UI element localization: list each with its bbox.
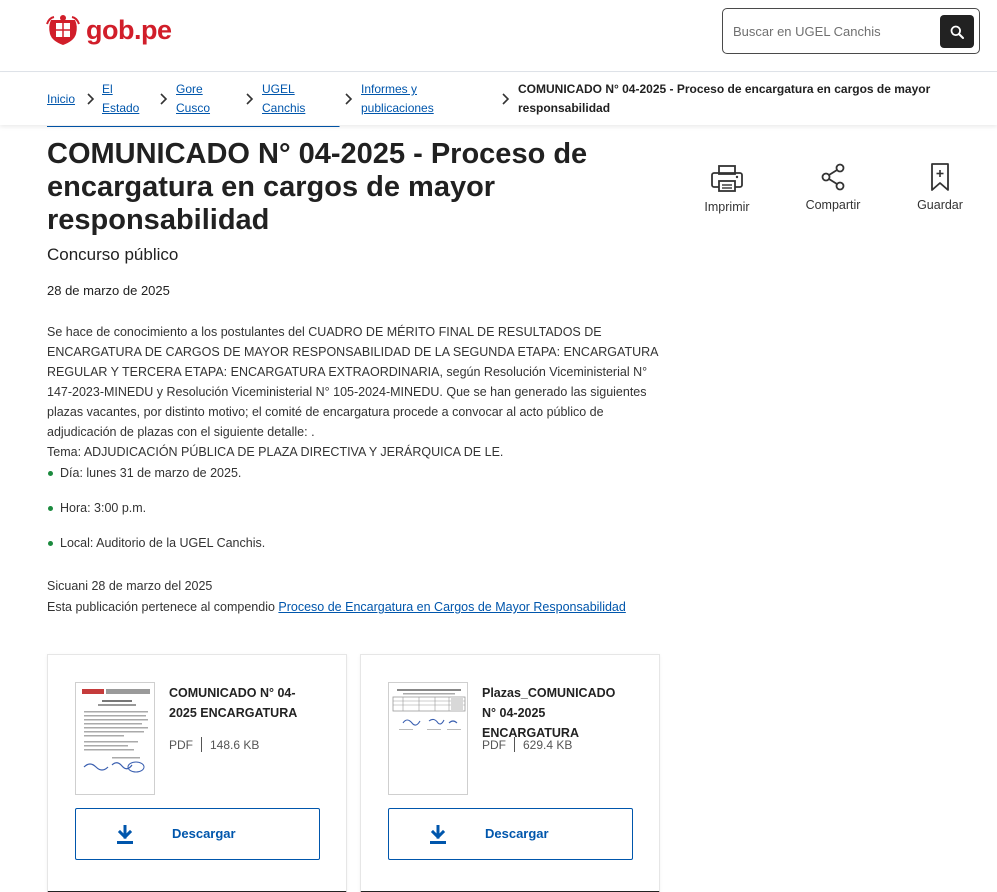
print-button[interactable]: Imprimir bbox=[682, 162, 772, 214]
document-format: PDF bbox=[482, 737, 506, 752]
printer-icon bbox=[711, 165, 743, 192]
download-button[interactable]: Descargar bbox=[388, 808, 633, 860]
document-size: 629.4 KB bbox=[523, 737, 573, 752]
download-label: Descargar bbox=[172, 826, 236, 841]
breadcrumb-link-line: El bbox=[102, 82, 113, 96]
bookmark-icon bbox=[931, 163, 949, 191]
article-paragraph: Se hace de conocimiento a los postulante… bbox=[47, 325, 658, 439]
breadcrumb-link-line: UGEL bbox=[262, 82, 295, 96]
gob-pe-logo[interactable]: gob.pe bbox=[46, 14, 172, 46]
document-format: PDF bbox=[169, 737, 193, 752]
breadcrumb-link[interactable]: Informes y publicaciones bbox=[361, 82, 434, 115]
breadcrumb-link-line: publicaciones bbox=[361, 101, 434, 115]
breadcrumb-link-line: Gore bbox=[176, 82, 203, 96]
compendium-link[interactable]: Proceso de Encargatura en Cargos de Mayo… bbox=[278, 600, 625, 614]
document-thumbnail[interactable] bbox=[75, 682, 155, 795]
document-meta: PDF 148.6 KB bbox=[169, 737, 259, 752]
breadcrumb-item-informes[interactable]: Informes y publicaciones bbox=[361, 80, 434, 118]
document-card: COMUNICADO N° 04-2025 ENCARGATURA PDF 14… bbox=[47, 654, 347, 892]
search-input[interactable] bbox=[733, 19, 933, 43]
logo-text: gob.pe bbox=[86, 15, 172, 45]
meta-divider bbox=[201, 737, 202, 752]
list-item: Local: Auditorio de la UGEL Canchis. bbox=[47, 534, 647, 569]
breadcrumb-link[interactable]: UGEL Canchis bbox=[262, 82, 305, 115]
search-button[interactable] bbox=[940, 15, 974, 48]
breadcrumb-link-line: Cusco bbox=[176, 101, 211, 115]
breadcrumb-current-line: COMUNICADO N° 04-2025 - Proceso de encar… bbox=[518, 82, 931, 96]
meta-divider bbox=[514, 737, 515, 752]
share-button[interactable]: Compartir bbox=[788, 162, 878, 212]
compendium-prefix: Esta publicación pertenece al compendio bbox=[47, 600, 279, 614]
breadcrumb-current-line: responsabilidad bbox=[518, 101, 611, 115]
chevron-right-icon bbox=[502, 93, 510, 105]
breadcrumb-current: COMUNICADO N° 04-2025 - Proceso de encar… bbox=[518, 80, 938, 118]
share-icon bbox=[821, 163, 845, 191]
download-icon bbox=[117, 825, 133, 844]
breadcrumb-link[interactable]: El Estado bbox=[102, 82, 139, 115]
breadcrumb-link-line: Informes y bbox=[361, 82, 418, 96]
chevron-right-icon bbox=[246, 93, 254, 105]
save-label: Guardar bbox=[917, 198, 963, 212]
document-preview-image bbox=[392, 689, 466, 730]
breadcrumb-link[interactable]: Inicio bbox=[47, 92, 75, 106]
publication-date: 28 de marzo de 2025 bbox=[47, 283, 170, 298]
document-meta: PDF 629.4 KB bbox=[482, 737, 572, 752]
breadcrumb-link-line: Canchis bbox=[262, 101, 306, 115]
breadcrumb-item-inicio[interactable]: Inicio bbox=[47, 90, 75, 109]
article-footer: Sicuani 28 de marzo del 2025 Esta public… bbox=[47, 576, 687, 618]
save-button[interactable]: Guardar bbox=[895, 162, 985, 212]
breadcrumb-item-gore-cusco[interactable]: Gore Cusco bbox=[176, 80, 210, 118]
breadcrumb-link[interactable]: Gore Cusco bbox=[176, 82, 210, 115]
chevron-right-icon bbox=[345, 93, 353, 105]
download-label: Descargar bbox=[485, 826, 549, 841]
peru-shield-icon bbox=[46, 15, 80, 45]
list-item: Hora: 3:00 p.m. bbox=[47, 499, 647, 534]
event-details-list: Día: lunes 31 de marzo de 2025. Hora: 3:… bbox=[47, 464, 647, 569]
chevron-right-icon bbox=[160, 93, 168, 105]
document-preview-image bbox=[82, 689, 150, 773]
site-header: gob.pe bbox=[0, 0, 997, 72]
breadcrumb-link-line: Estado bbox=[102, 101, 140, 115]
signature-line: Sicuani 28 de marzo del 2025 bbox=[47, 579, 213, 593]
article-body: Se hace de conocimiento a los postulante… bbox=[47, 322, 659, 462]
document-thumbnail[interactable] bbox=[388, 682, 468, 795]
search-icon bbox=[950, 25, 964, 39]
chevron-right-icon bbox=[87, 93, 95, 105]
list-item: Día: lunes 31 de marzo de 2025. bbox=[47, 464, 647, 499]
search-box bbox=[722, 8, 980, 54]
document-card: Plazas_COMUNICADO N° 04-2025 ENCARGATURA… bbox=[360, 654, 660, 892]
document-title: Plazas_COMUNICADO N° 04-2025 ENCARGATURA bbox=[482, 686, 616, 740]
breadcrumb-item-ugel-canchis[interactable]: UGEL Canchis bbox=[262, 80, 305, 118]
breadcrumb: Inicio El Estado Gore Cusco UGEL Canchis In… bbox=[0, 73, 997, 125]
document-title: COMUNICADO N° 04-2025 ENCARGATURA bbox=[169, 686, 298, 720]
breadcrumb-item-el-estado[interactable]: El Estado bbox=[102, 80, 139, 118]
page-title: COMUNICADO N° 04-2025 - Proceso de encar… bbox=[47, 138, 588, 236]
page-subtitle: Concurso público bbox=[47, 245, 179, 264]
document-size: 148.6 KB bbox=[210, 737, 260, 752]
article-tema: Tema: ADJUDICACIÓN PÚBLICA DE PLAZA DIRE… bbox=[47, 445, 504, 459]
share-label: Compartir bbox=[805, 198, 861, 212]
download-button[interactable]: Descargar bbox=[75, 808, 320, 860]
print-label: Imprimir bbox=[704, 200, 750, 214]
download-icon bbox=[430, 825, 446, 844]
